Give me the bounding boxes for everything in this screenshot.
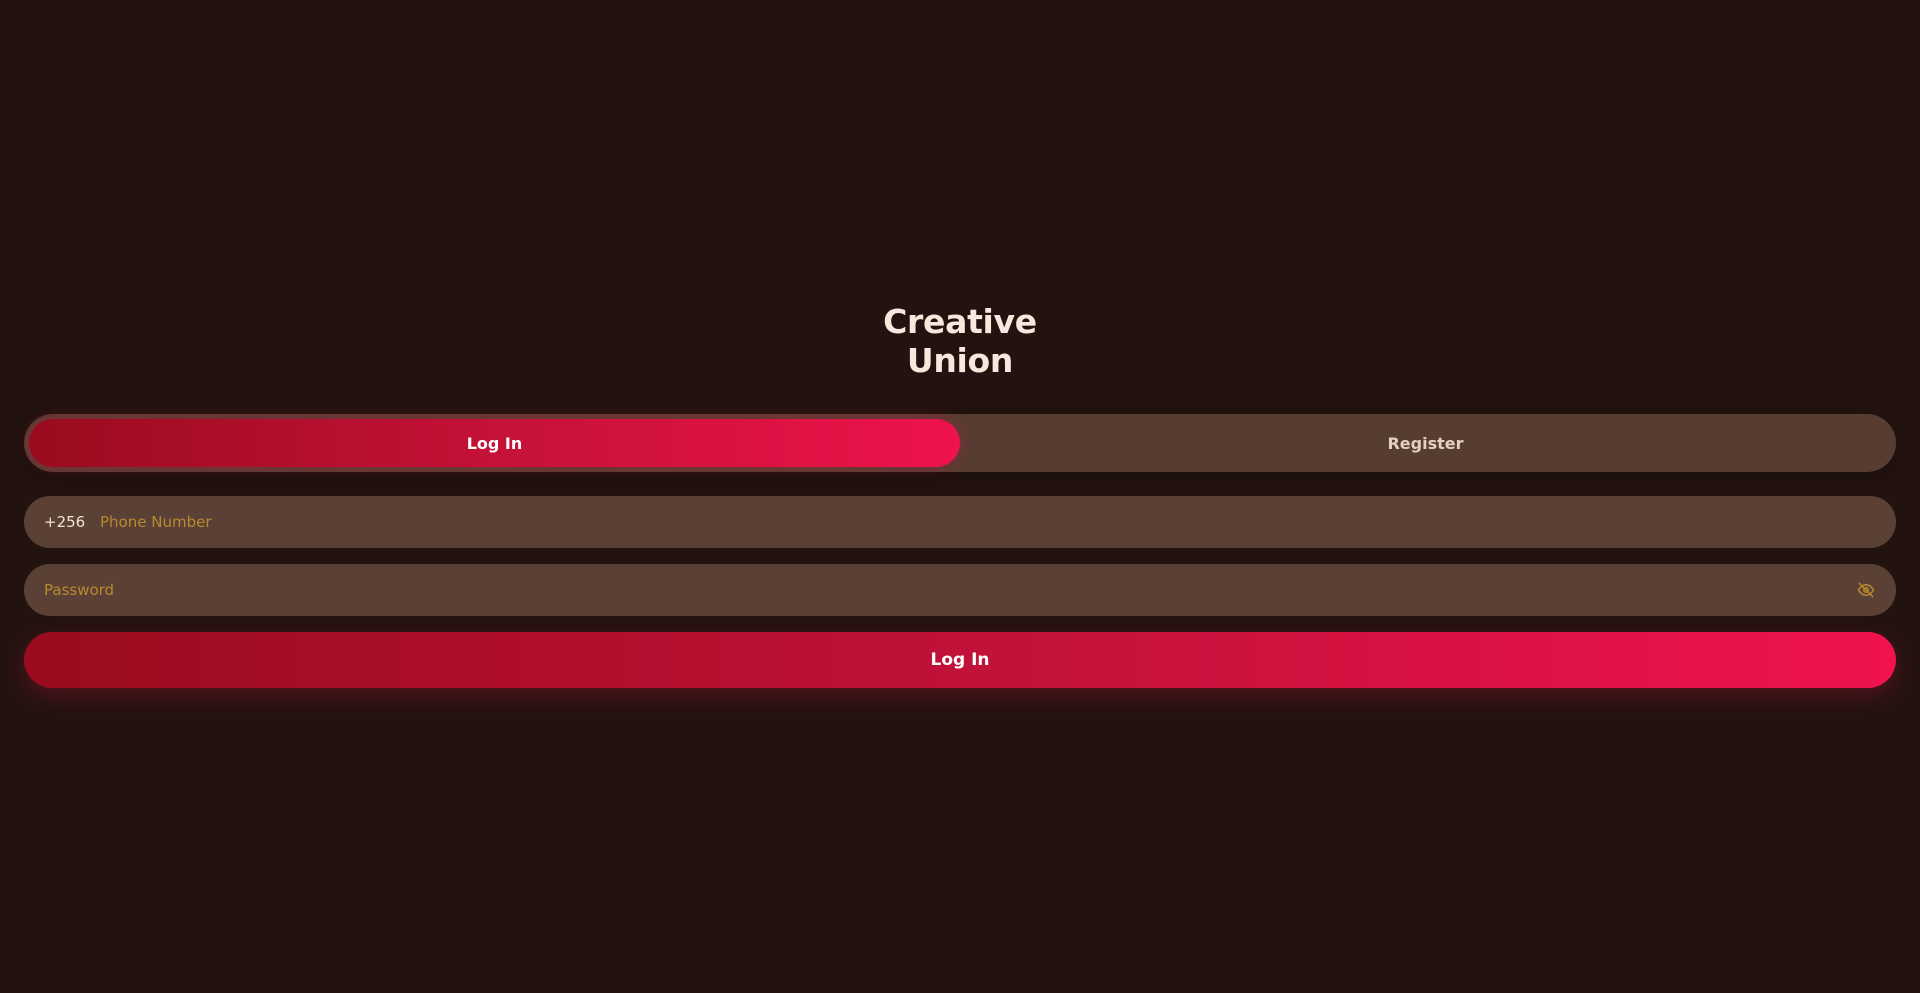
password-input[interactable] xyxy=(44,564,1854,616)
login-page: Creative Union Log In Register +256 Log … xyxy=(0,0,1920,993)
phone-field: +256 xyxy=(24,496,1896,548)
country-code-prefix: +256 xyxy=(44,513,86,531)
auth-tabs: Log In Register xyxy=(24,414,1896,472)
login-submit-button[interactable]: Log In xyxy=(24,632,1896,688)
phone-input[interactable] xyxy=(100,496,1896,548)
password-field xyxy=(24,564,1896,616)
tab-login[interactable]: Log In xyxy=(29,419,960,467)
brand-title-line2: Union xyxy=(906,341,1014,380)
eye-off-icon[interactable] xyxy=(1854,578,1878,602)
tab-register[interactable]: Register xyxy=(960,419,1891,467)
brand-title: Creative Union xyxy=(0,302,1920,380)
brand-title-line1: Creative xyxy=(883,302,1037,341)
